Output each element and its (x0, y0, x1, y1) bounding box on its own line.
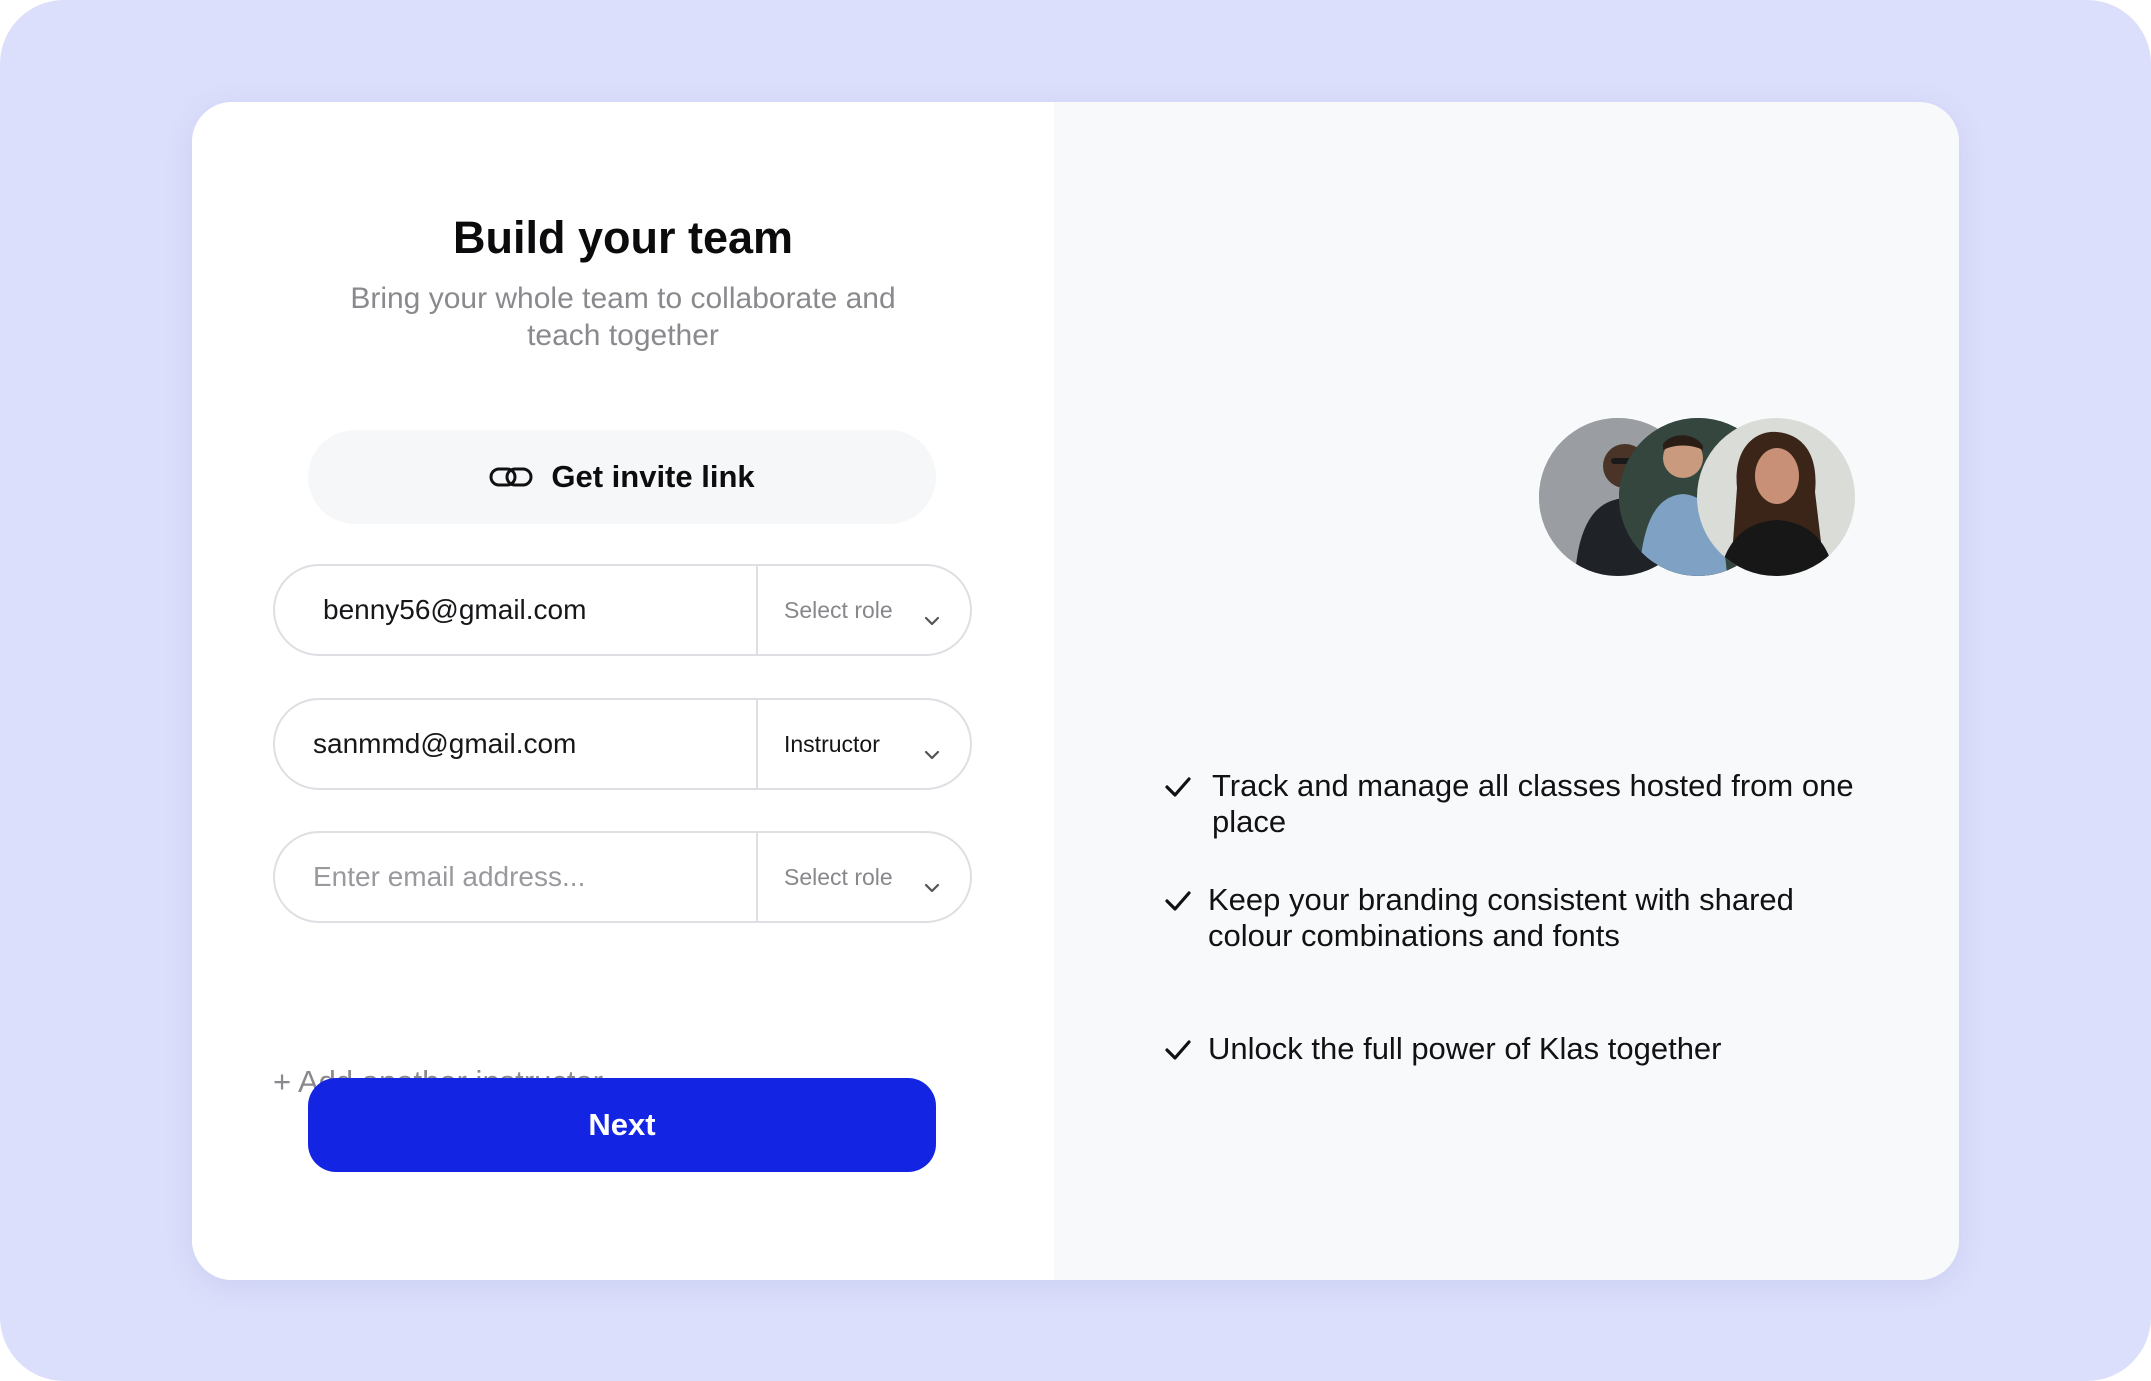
invitee-row-1: benny56@gmail.com Select role (273, 564, 972, 656)
invitee-row-3: Enter email address... Select role (273, 831, 972, 923)
role-select-3[interactable]: Select role (758, 833, 970, 921)
onboarding-card: Build your team Bring your whole team to… (192, 102, 1959, 1280)
invitee-row-2: sanmmd@gmail.com Instructor (273, 698, 972, 790)
role-select-2-label: Instructor (784, 730, 880, 757)
check-icon (1164, 1039, 1192, 1061)
benefits-panel: Track and manage all classes hosted from… (1054, 102, 1959, 1280)
role-select-2[interactable]: Instructor (758, 700, 970, 788)
email-field-2[interactable]: sanmmd@gmail.com (275, 700, 758, 788)
chevron-down-icon (924, 605, 940, 626)
email-field-3[interactable]: Enter email address... (275, 833, 758, 921)
role-select-1[interactable]: Select role (758, 566, 970, 654)
link-icon (489, 464, 533, 490)
chevron-down-icon (924, 739, 940, 760)
get-invite-link-label: Get invite link (551, 459, 755, 494)
get-invite-link-button[interactable]: Get invite link (308, 430, 936, 524)
chevron-down-icon (924, 872, 940, 893)
role-select-1-label: Select role (784, 596, 893, 623)
feature-text-2: Keep your branding consistent with share… (1208, 882, 1794, 953)
role-select-3-label: Select role (784, 863, 893, 890)
avatar (1697, 418, 1855, 576)
page-title: Build your team (452, 212, 794, 263)
team-avatars (1539, 418, 1859, 578)
page-subtitle: Bring your whole team to collaborate and… (350, 282, 896, 352)
feature-text-3: Unlock the full power of Klas together (1208, 1031, 1722, 1066)
email-field-1[interactable]: benny56@gmail.com (275, 566, 758, 654)
app-background: Build your team Bring your whole team to… (0, 0, 2151, 1381)
check-icon (1164, 890, 1192, 912)
team-form-panel: Build your team Bring your whole team to… (192, 102, 1054, 1280)
next-button[interactable]: Next (308, 1078, 936, 1172)
feature-text-1: Track and manage all classes hosted from… (1212, 768, 1854, 839)
check-icon (1164, 776, 1192, 798)
